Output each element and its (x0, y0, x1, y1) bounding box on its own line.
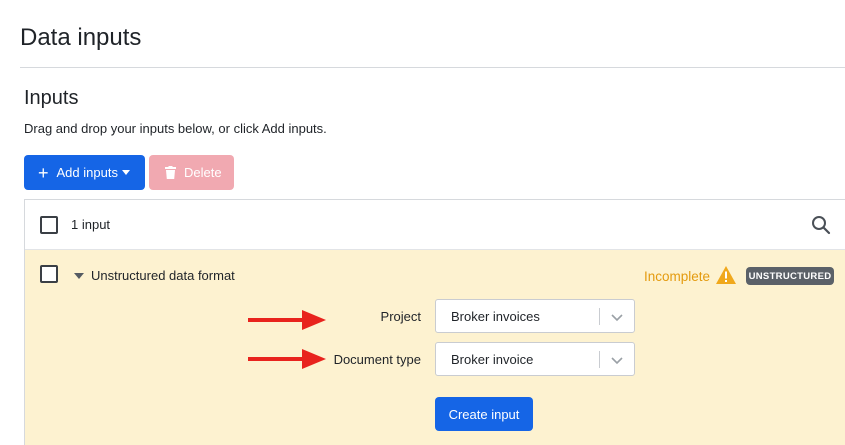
page-title: Data inputs (20, 24, 142, 51)
chevron-down-icon (611, 314, 623, 322)
project-label: Project (380, 309, 421, 324)
chevron-down-icon (611, 357, 623, 365)
document-type-label: Document type (333, 352, 421, 367)
plus-icon: + (38, 162, 49, 183)
status-text: Incomplete (644, 269, 711, 284)
project-select[interactable]: Broker invoices (435, 299, 635, 333)
delete-button[interactable]: Delete (149, 155, 234, 190)
panel-header: 1 input (25, 200, 845, 250)
collapse-caret-icon[interactable] (74, 273, 84, 279)
select-separator (599, 351, 600, 368)
input-row: Unstructured data format Incomplete UNST… (25, 250, 845, 445)
create-input-button[interactable]: Create input (435, 397, 533, 431)
select-all-checkbox[interactable] (40, 216, 58, 234)
document-type-select-value: Broker invoice (451, 352, 534, 367)
select-separator (599, 308, 600, 325)
trash-icon (165, 166, 176, 179)
add-inputs-button[interactable]: + Add inputs (24, 155, 145, 190)
input-count: 1 input (71, 217, 111, 232)
type-badge: UNSTRUCTURED (746, 267, 834, 285)
project-select-value: Broker invoices (451, 309, 540, 324)
row-checkbox[interactable] (40, 265, 58, 283)
search-icon[interactable] (811, 215, 831, 235)
caret-down-icon (121, 170, 130, 175)
delete-label: Delete (184, 165, 222, 180)
inputs-panel: 1 input Unstructured data format Incompl… (24, 199, 845, 445)
section-hint: Drag and drop your inputs below, or clic… (24, 121, 327, 136)
header-divider (20, 67, 845, 68)
add-inputs-label: Add inputs (56, 165, 118, 180)
section-title: Inputs (24, 87, 79, 109)
row-title: Unstructured data format (91, 268, 235, 283)
warning-icon (716, 266, 736, 284)
document-type-select[interactable]: Broker invoice (435, 342, 635, 376)
